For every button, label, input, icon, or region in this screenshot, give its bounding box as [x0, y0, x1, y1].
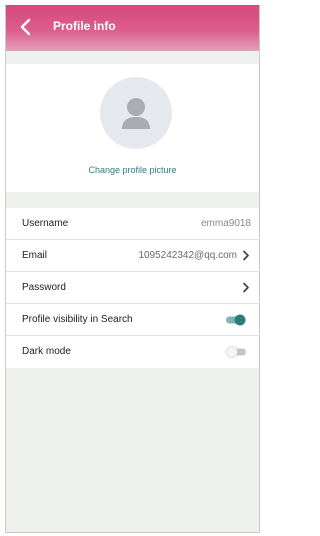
email-row[interactable]: Email 1095242342@qq.com — [6, 240, 259, 272]
password-row[interactable]: Password — [6, 272, 259, 304]
dark-mode-row: Dark mode — [6, 336, 259, 368]
profile-picture-card: Change profile picture — [6, 64, 259, 192]
password-label: Password — [22, 282, 66, 293]
email-label: Email — [22, 250, 48, 261]
avatar[interactable] — [100, 77, 172, 149]
header-bar: Profile info — [6, 5, 259, 51]
username-label: Username — [22, 218, 69, 229]
username-row: Username emma9018 — [6, 208, 259, 240]
dark-mode-toggle[interactable] — [226, 346, 246, 358]
settings-list: Username emma9018 Email 1095242342@qq.co… — [6, 208, 259, 368]
email-value: 1095242342@qq.com — [138, 250, 237, 261]
profile-screen: Profile info Change profile picture User… — [5, 5, 260, 533]
change-profile-picture-link[interactable]: Change profile picture — [6, 165, 259, 175]
profile-visibility-toggle[interactable] — [226, 314, 246, 326]
chevron-right-icon — [243, 250, 249, 261]
username-value: emma9018 — [200, 218, 251, 229]
profile-visibility-label: Profile visibility in Search — [22, 314, 133, 325]
page-title: Profile info — [53, 19, 116, 33]
dark-mode-label: Dark mode — [22, 346, 71, 357]
back-arrow-icon[interactable] — [17, 17, 35, 37]
profile-visibility-row: Profile visibility in Search — [6, 304, 259, 336]
chevron-right-icon — [243, 282, 249, 293]
user-silhouette-icon — [122, 98, 150, 129]
